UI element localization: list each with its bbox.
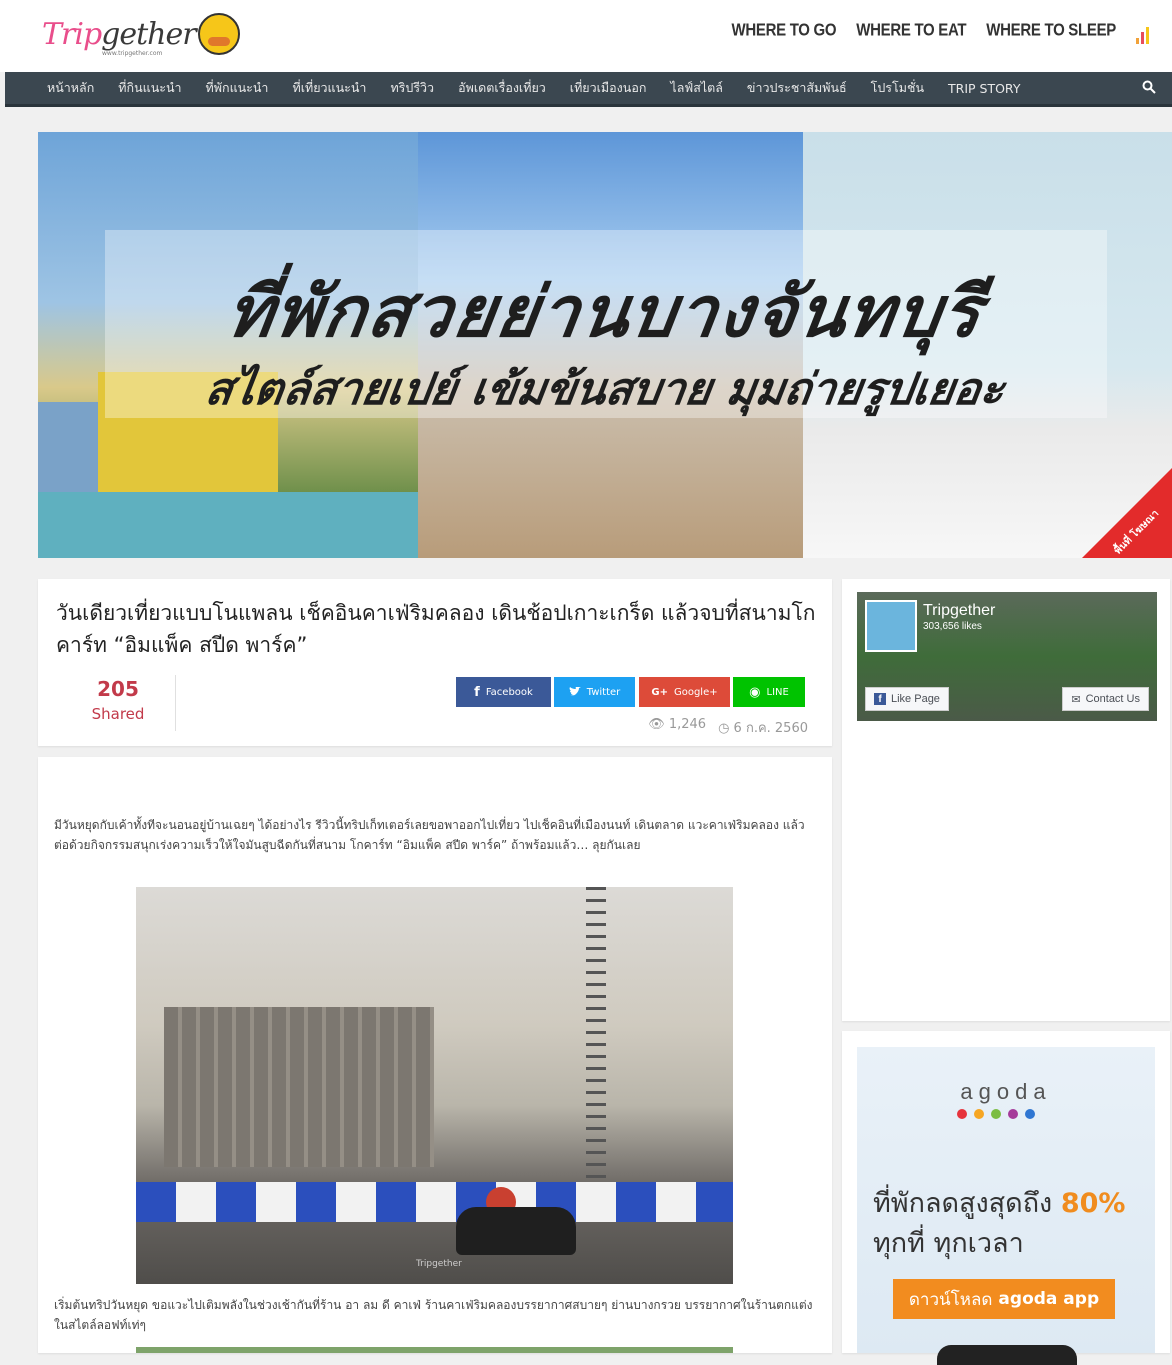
logo-url: www.tripgether.com [102,50,163,57]
article-photo-gokart[interactable]: Tripgether [136,887,733,1284]
nav-item-promotion[interactable]: โปรโมชั่น [871,78,924,98]
facebook-contact-button[interactable]: ✉ Contact Us [1062,687,1149,711]
site-logo[interactable]: Tripgether www.tripgether.com [42,6,240,62]
nav-item-abroad[interactable]: เที่ยวเมืองนอก [570,78,647,98]
nav-item-home[interactable]: หน้าหลัก [47,78,94,98]
ad-button-prefix: ดาวน์โหลด [908,1289,993,1310]
hero-headline: ที่พักสวยย่านบางจันทบุรี [221,271,989,353]
hero-pool [38,492,418,558]
facebook-page-name[interactable]: Tripgether [923,602,995,620]
agoda-logo: agoda [960,1079,1052,1104]
agoda-ad[interactable]: agoda ที่พักลดสูงสุดถึง 80% ทุกที่ ทุกเว… [857,1047,1155,1365]
like-page-label: Like Page [891,693,940,705]
eye-icon: 👁 [648,717,665,732]
photo-light-tower [586,887,606,1217]
top-links: WHERE TO GO WHERE TO EAT WHERE TO SLEEP [732,21,1117,41]
twitter-icon [568,687,581,696]
article-meta: 👁 1,246 ◷ 6 ก.ค. 2560 [648,717,808,738]
share-line-label: LINE [766,686,789,698]
nav-item-update[interactable]: อัพเดตเรื่องเที่ยว [458,78,546,98]
ad-discount: 80% [1060,1188,1126,1219]
photo-track-barrier [136,1182,733,1222]
nav-item-sleep[interactable]: ที่พักแนะนำ [206,78,269,98]
nav-item-eat[interactable]: ที่กินแนะนำ [118,78,181,98]
link-where-to-eat[interactable]: WHERE TO EAT [856,21,966,41]
ad-headline: ที่พักลดสูงสุดถึง 80% [873,1181,1125,1224]
hero-banner[interactable]: ที่พักสวยย่านบางจันทบุรี สไตล์สายเปย์ เข… [38,132,1172,558]
clock-icon: ◷ [718,721,730,736]
publish-date: 6 ก.ค. 2560 [733,721,808,736]
contact-us-label: Contact Us [1085,693,1140,705]
article-header-card: วันเดียวเที่ยวแบบโนแพลน เช็คอินคาเฟ่ริมค… [38,579,832,746]
share-facebook-button[interactable]: f Facebook [456,677,551,707]
share-line-button[interactable]: ◉ LINE [733,677,805,707]
divider [175,675,176,731]
nav-item-pr[interactable]: ข่าวประชาสัมพันธ์ [747,78,847,98]
photo-buildings [164,1007,434,1167]
share-counter: 205 Shared [58,677,178,723]
ad-subline: ทุกที่ ทุกเวลา [873,1228,1024,1259]
facebook-like-count: 303,656 likes [923,621,982,632]
facebook-icon: f [474,684,480,700]
top-bar: Tripgether www.tripgether.com WHERE TO G… [0,0,1172,72]
share-facebook-label: Facebook [485,686,533,698]
share-label: Shared [91,705,145,723]
share-count: 205 [97,677,139,701]
stats-icon[interactable] [1136,26,1150,44]
date-stat: ◷ 6 ก.ค. 2560 [718,717,808,738]
ad-download-button[interactable]: ดาวน์โหลด agoda app [893,1279,1115,1319]
share-twitter-button[interactable]: Twitter [554,677,635,707]
facebook-like-button[interactable]: f Like Page [865,687,949,711]
ad-button-app: agoda app [998,1289,1100,1309]
nav-item-trip-review[interactable]: ทริปรีวิว [390,78,434,98]
nav-item-travel[interactable]: ที่เที่ยวแนะนำ [292,78,366,98]
facebook-page-box[interactable]: Tripgether 303,656 likes f Like Page ✉ C… [857,592,1157,721]
main-nav: หน้าหลัก ที่กินแนะนำ ที่พักแนะนำ ที่เที่… [5,72,1172,107]
article-title: วันเดียวเที่ยวแบบโนแพลน เช็คอินคาเฟ่ริมค… [56,601,816,657]
ad-headline-text: ที่พักลดสูงสุดถึง [873,1188,1053,1219]
envelope-icon: ✉ [1071,693,1081,706]
link-where-to-go[interactable]: WHERE TO GO [732,21,837,41]
share-google-label: Google+ [673,686,718,698]
google-plus-icon: G+ [651,686,668,698]
agoda-logo-dots [957,1109,1035,1119]
photo-watermark: Tripgether [416,1259,462,1269]
share-google-button[interactable]: G+ Google+ [639,677,730,707]
article-photo-next[interactable] [136,1347,733,1353]
ad-phone-image [937,1345,1077,1365]
search-icon[interactable] [1142,80,1156,94]
duck-mascot-icon [197,13,240,55]
link-where-to-sleep[interactable]: WHERE TO SLEEP [986,21,1116,41]
facebook-page-thumb[interactable] [865,600,917,652]
article-paragraph-1: มีวันหยุดกับเค้าทั้งทีจะนอนอยู่บ้านเฉยๆ … [54,818,805,852]
views-count: 1,246 [668,717,707,732]
article-body-card: มีวันหยุดกับเค้าทั้งทีจะนอนอยู่บ้านเฉยๆ … [38,757,832,1353]
ad-card: agoda ที่พักลดสูงสุดถึง 80% ทุกที่ ทุกเว… [842,1031,1170,1365]
nav-item-lifestyle[interactable]: ไลฟ์สไตล์ [670,78,723,98]
facebook-widget-card: Tripgether 303,656 likes f Like Page ✉ C… [842,579,1170,1021]
views-stat: 👁 1,246 [648,717,706,738]
facebook-icon: f [874,693,886,705]
logo-text: Tripgether [42,16,197,52]
photo-gokart [456,1207,576,1255]
article-paragraph-2: เริ่มต้นทริปวันหยุด ขอแวะไปเติมพลังในช่ว… [54,1298,813,1332]
hero-subheadline: สไตล์สายเปย์ เข้มข้นสบาย มุมถ่ายรูปเยอะ [202,364,1008,415]
nav-item-trip-story[interactable]: TRIP STORY [948,81,1020,96]
line-icon: ◉ [749,684,761,700]
share-twitter-label: Twitter [586,686,621,698]
